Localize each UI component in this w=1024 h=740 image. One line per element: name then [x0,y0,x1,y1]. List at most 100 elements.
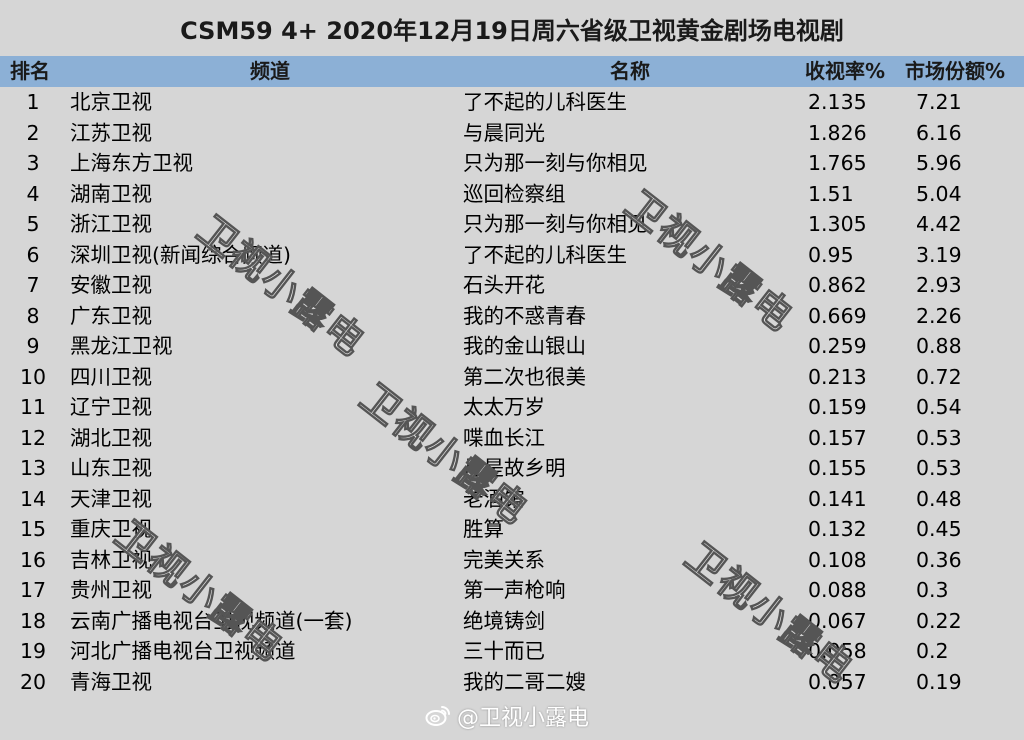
name-cell: 三十而已 [463,639,545,663]
table-row: 7 安徽卫视 石头开花 0.862 2.93 [0,270,1024,301]
header-share: 市场份额% [905,59,1006,83]
rating-cell: 0.058 [808,639,867,663]
rating-cell: 0.95 [808,242,854,267]
rating-cell: 0.088 [808,578,867,602]
name-cell: 了不起的儿科医生 [463,242,627,267]
rank-cell: 15 [19,517,47,541]
share-cell: 0.54 [916,395,962,419]
channel-cell: 重庆卫视 [70,517,152,541]
share-cell: 0.72 [916,364,962,389]
rank-cell: 10 [19,364,47,389]
channel-cell: 吉林卫视 [70,547,152,572]
rank-cell: 7 [26,273,40,297]
table-row: 13 山东卫视 月是故乡明 0.155 0.53 [0,453,1024,484]
share-cell: 5.96 [916,151,962,175]
rank-cell: 2 [26,120,40,145]
channel-cell: 安徽卫视 [70,273,152,297]
channel-cell: 云南广播电视台卫视频道(一套) [70,608,353,633]
channel-cell: 江苏卫视 [70,120,152,145]
rank-cell: 16 [19,547,47,572]
rating-cell: 0.108 [808,547,867,572]
share-cell: 6.16 [916,120,962,145]
rank-cell: 17 [19,578,47,602]
name-cell: 喋血长江 [463,425,545,450]
rating-cell: 1.826 [808,120,867,145]
rating-cell: 0.155 [808,456,867,480]
name-cell: 老酒馆 [463,486,525,511]
name-cell: 太太万岁 [463,395,545,419]
rating-cell: 0.157 [808,425,867,450]
name-cell: 完美关系 [463,547,545,572]
rank-cell: 13 [19,456,47,480]
name-cell: 石头开花 [463,273,545,297]
rank-cell: 5 [26,212,40,236]
weibo-credit: @卫视小露电 [425,700,589,732]
share-cell: 0.36 [916,547,962,572]
rating-cell: 0.862 [808,273,867,297]
table-row: 15 重庆卫视 胜算 0.132 0.45 [0,514,1024,545]
share-cell: 0.45 [916,517,962,541]
table-row: 20 青海卫视 我的二哥二嫂 0.057 0.19 [0,667,1024,698]
rating-cell: 1.765 [808,151,867,175]
channel-cell: 山东卫视 [70,456,152,480]
channel-cell: 天津卫视 [70,486,152,511]
table-row: 8 广东卫视 我的不惑青春 0.669 2.26 [0,301,1024,332]
rating-cell: 0.259 [808,334,867,358]
weibo-logo-icon [425,706,450,726]
channel-cell: 湖南卫视 [70,181,152,206]
name-cell: 月是故乡明 [463,456,566,480]
rank-cell: 3 [26,151,40,175]
channel-cell: 辽宁卫视 [70,395,152,419]
rank-cell: 6 [26,242,40,267]
rank-cell: 8 [26,303,40,328]
table-row: 14 天津卫视 老酒馆 0.141 0.48 [0,484,1024,515]
table-row: 2 江苏卫视 与晨同光 1.826 6.16 [0,118,1024,149]
table-body: 1 北京卫视 了不起的儿科医生 2.135 7.21 2 江苏卫视 与晨同光 1.826 6.16… [0,87,1024,697]
table-row: 5 浙江卫视 只为那一刻与你相见 1.305 4.42 [0,209,1024,240]
share-cell: 4.42 [916,212,962,236]
rank-cell: 12 [19,425,47,450]
name-cell: 与晨同光 [463,120,545,145]
channel-cell: 湖北卫视 [70,425,152,450]
channel-cell: 青海卫视 [70,669,152,694]
rank-cell: 11 [19,395,47,419]
rank-cell: 4 [26,181,40,206]
rank-cell: 19 [19,639,47,663]
table-row: 11 辽宁卫视 太太万岁 0.159 0.54 [0,392,1024,423]
header-name: 名称 [610,59,650,83]
channel-cell: 四川卫视 [70,364,152,389]
channel-cell: 上海东方卫视 [70,151,193,175]
rating-cell: 0.159 [808,395,867,419]
share-cell: 0.3 [916,578,949,602]
share-cell: 0.53 [916,456,962,480]
rating-cell: 1.51 [808,181,854,206]
share-cell: 3.19 [916,242,962,267]
channel-cell: 河北广播电视台卫视频道 [70,639,296,663]
header-channel: 频道 [250,59,290,83]
table-row: 9 黑龙江卫视 我的金山银山 0.259 0.88 [0,331,1024,362]
rating-cell: 1.305 [808,212,867,236]
share-cell: 0.19 [916,669,962,694]
table-row: 10 四川卫视 第二次也很美 0.213 0.72 [0,362,1024,393]
rating-cell: 0.669 [808,303,867,328]
name-cell: 巡回检察组 [463,181,566,206]
table-row: 1 北京卫视 了不起的儿科医生 2.135 7.21 [0,87,1024,118]
name-cell: 我的二哥二嫂 [463,669,586,694]
table-header: 排名 频道 名称 收视率% 市场份额% [0,56,1024,87]
rank-cell: 18 [19,608,47,633]
rank-cell: 9 [26,334,40,358]
header-rank: 排名 [10,59,50,83]
name-cell: 只为那一刻与你相见 [463,151,648,175]
channel-cell: 北京卫视 [70,90,152,114]
name-cell: 我的不惑青春 [463,303,586,328]
share-cell: 0.53 [916,425,962,450]
name-cell: 绝境铸剑 [463,608,545,633]
share-cell: 0.88 [916,334,962,358]
name-cell: 第二次也很美 [463,364,586,389]
rating-cell: 0.057 [808,669,867,694]
rank-cell: 14 [19,486,47,511]
name-cell: 胜算 [463,517,504,541]
table-row: 18 云南广播电视台卫视频道(一套) 绝境铸剑 0.067 0.22 [0,606,1024,637]
rank-cell: 20 [19,669,47,694]
share-cell: 0.2 [916,639,949,663]
